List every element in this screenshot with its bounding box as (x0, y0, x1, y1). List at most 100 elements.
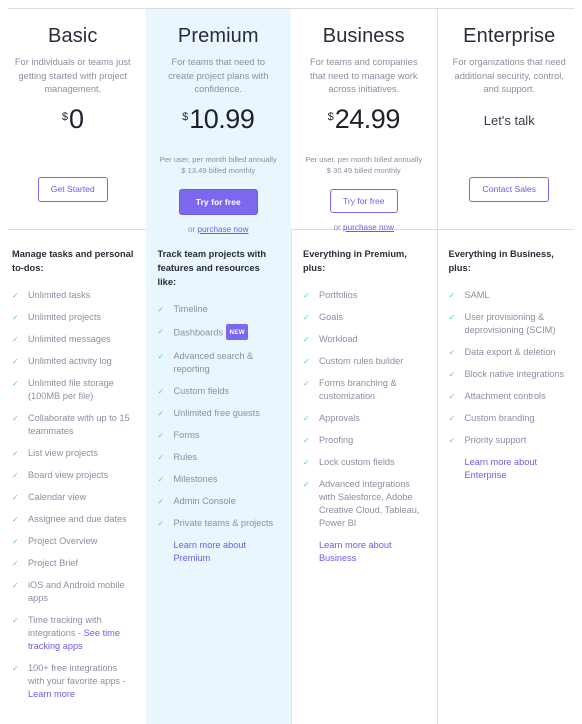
cta-button-business[interactable]: Try for free (329, 188, 398, 214)
plan-description: For organizations that need additional s… (452, 57, 566, 94)
check-icon: ✓ (12, 537, 19, 546)
feature-label: Advanced search & reporting (174, 350, 280, 376)
feature-label: Custom branding (465, 412, 535, 425)
check-icon: ✓ (157, 409, 165, 418)
features-section: Manage tasks and personal to-dos: ✓ Unlimi… (0, 229, 146, 724)
feature-item: ✓ Forms branching & customization (303, 377, 425, 403)
feature-label: Unlimited projects (28, 311, 101, 324)
feature-item: ✓ Calendar view (12, 491, 134, 504)
feature-text: Advanced search & reporting (173, 351, 254, 374)
feature-text: Advanced integrations with Salesforce, A… (319, 479, 420, 528)
feature-text: Custom rules builder (319, 356, 404, 366)
feature-text: Lock custom fields (319, 457, 395, 467)
price-amount: 24.99 (334, 103, 401, 134)
feature-item: ✓ Unlimited free guests (158, 407, 280, 420)
learn-more-link[interactable]: Learn more about Business (319, 539, 425, 565)
check-icon: ✓ (12, 493, 19, 502)
currency-symbol: $ (327, 110, 334, 123)
check-icon: ✓ (12, 471, 19, 480)
feature-label: Project Overview (28, 535, 97, 548)
feature-item: ✓ List view projects (12, 447, 134, 460)
feature-item: ✓ Custom rules builder (303, 355, 425, 368)
feature-item: ✓ Advanced search & reporting (158, 350, 280, 376)
plan-header: Premium For teams that need to create pro… (146, 9, 292, 234)
feature-list: ✓ Portfolios ✓ Goals ✓ Workload ✓ Custom rules … (303, 289, 425, 530)
plan-name: Enterprise (463, 25, 556, 47)
feature-label: 100+ free integrations with your favorit… (28, 662, 134, 701)
learn-more-link[interactable]: Learn more about Enterprise (465, 456, 571, 482)
feature-item: ✓ Unlimited file storage (100MB per file) (12, 377, 134, 403)
feature-list: ✓ Timeline ✓ Dashboards NEW ✓ Advanced search … (158, 303, 280, 530)
plan-description: For individuals or teams just getting st… (14, 57, 131, 94)
check-icon: ✓ (448, 313, 456, 322)
feature-link[interactable]: Learn more (28, 689, 75, 699)
cta-button-enterprise[interactable]: Contact Sales (469, 177, 549, 202)
feature-label: Advanced integrations with Salesforce, A… (319, 478, 425, 530)
feature-text: Dashboards (173, 327, 224, 338)
check-icon: ✓ (12, 357, 19, 366)
plan-column-enterprise: Enterprise For organizations that need ad… (436, 9, 582, 724)
check-icon: ✓ (448, 414, 456, 423)
feature-list: ✓ Unlimited tasks ✓ Unlimited projects ✓ Unli… (12, 289, 134, 701)
check-icon: ✓ (157, 475, 165, 484)
cta-button-basic[interactable]: Get Started (37, 177, 108, 202)
check-icon: ✓ (303, 291, 310, 300)
feature-text: Admin Console (173, 496, 236, 506)
check-icon: ✓ (303, 436, 310, 445)
feature-text: Assignee and due dates (28, 514, 127, 524)
feature-item: ✓ Approvals (303, 412, 425, 425)
feature-label: Unlimited messages (28, 333, 111, 346)
feature-item: ✓ Data export & deletion (449, 346, 571, 359)
feature-text: Approvals (319, 413, 360, 423)
check-icon: ✓ (448, 436, 456, 445)
feature-label: Forms (174, 429, 200, 442)
feature-label: SAML (465, 289, 490, 302)
billing-annual: Per user, per month billed annually (305, 154, 423, 164)
feature-text: Rules (173, 452, 198, 462)
feature-item: ✓ Custom branding (449, 412, 571, 425)
check-icon: ✓ (303, 414, 310, 423)
feature-text: Custom branding (464, 413, 535, 423)
feature-item: ✓ Forms (158, 429, 280, 442)
plan-description: For teams that need to create project pl… (168, 57, 269, 94)
feature-item: ✓ Workload (303, 333, 425, 346)
feature-item: ✓ Unlimited projects (12, 311, 134, 324)
feature-item: ✓ Collaborate with up to 15 teammates (12, 412, 134, 438)
feature-label: Rules (174, 451, 198, 464)
feature-item: ✓ Portfolios (303, 289, 425, 302)
cta-button-premium[interactable]: Try for free (178, 188, 258, 216)
feature-text: Unlimited tasks (28, 290, 91, 300)
check-icon: ✓ (12, 559, 19, 568)
feature-label: Lock custom fields (319, 456, 395, 469)
check-icon: ✓ (448, 291, 456, 300)
feature-item: ✓ 100+ free integrations with your favori… (12, 662, 134, 701)
feature-label: Custom rules builder (319, 355, 403, 368)
feature-text: Portfolios (319, 290, 358, 300)
feature-label: Timeline (174, 303, 208, 316)
feature-item: ✓ Attachment controls (449, 390, 571, 403)
feature-label: Block native integrations (465, 368, 565, 381)
features-section: Track team projects with features and re… (146, 229, 292, 724)
feature-label: Assignee and due dates (28, 513, 127, 526)
feature-label: iOS and Android mobile apps (28, 579, 134, 605)
feature-item: ✓ Unlimited messages (12, 333, 134, 346)
check-icon: ✓ (448, 392, 456, 401)
check-icon: ✓ (12, 515, 19, 524)
check-icon: ✓ (448, 370, 456, 379)
feature-text: Forms (173, 430, 200, 440)
billing-note: Per user, per month billed annually $ 13.… (156, 154, 282, 177)
check-icon: ✓ (157, 327, 165, 336)
feature-label: Unlimited tasks (28, 289, 90, 302)
feature-item: ✓ iOS and Android mobile apps (12, 579, 134, 605)
features-title: Everything in Business, plus: (448, 249, 554, 273)
feature-text: Proofing (319, 435, 354, 445)
check-icon: ✓ (303, 379, 310, 388)
billing-monthly: $ 13.49 billed monthly (181, 166, 256, 175)
check-icon: ✓ (157, 519, 165, 528)
feature-item: ✓ Admin Console (158, 495, 280, 508)
features-section: Everything in Business, plus: ✓ SAML ✓ User … (437, 229, 582, 724)
plan-price: $24.99 (301, 103, 427, 146)
check-icon: ✓ (12, 616, 19, 625)
feature-text: Collaborate with up to 15 teammates (28, 413, 130, 436)
learn-more-link[interactable]: Learn more about Premium (174, 539, 280, 565)
